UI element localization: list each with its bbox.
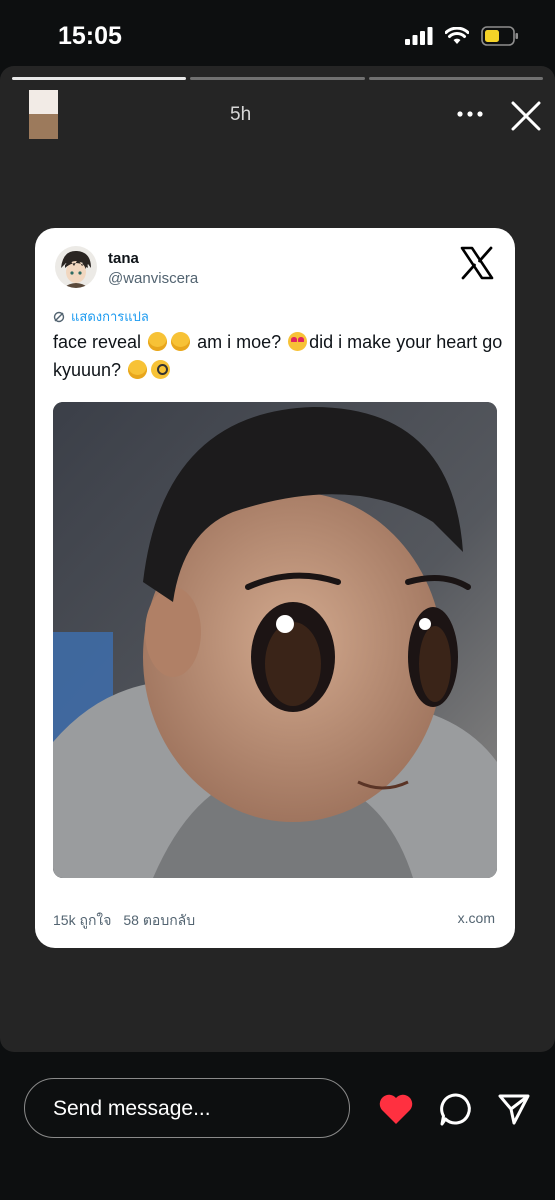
reply-count[interactable]: 58 ตอบกลับ — [123, 912, 195, 928]
smiling-emoji-icon — [128, 360, 148, 379]
smiling-emoji-icon — [148, 332, 168, 351]
status-time: 15:05 — [58, 22, 122, 50]
tweet-card[interactable]: tana @wanviscera แสดงการแปล face reveal … — [35, 228, 515, 948]
status-icons — [405, 26, 519, 46]
heart-eyes-emoji-icon — [288, 332, 308, 351]
story-progress — [12, 77, 543, 80]
tweet-text: face reveal am i moe? did i make your he… — [53, 332, 503, 380]
tweet-engagement: 15k ถูกใจ 58 ตอบกลับ — [53, 910, 203, 932]
story-avatar[interactable] — [29, 90, 58, 139]
battery-icon — [481, 26, 518, 46]
progress-segment — [190, 77, 365, 80]
source-domain[interactable]: x.com — [458, 910, 495, 926]
close-icon[interactable] — [508, 98, 544, 134]
wifi-icon — [445, 27, 469, 44]
tweet-handle[interactable]: @wanviscera — [108, 270, 198, 287]
send-icon[interactable] — [496, 1091, 532, 1127]
translate-icon — [53, 311, 65, 322]
tweet-profile-picture[interactable] — [55, 246, 97, 288]
send-message-input[interactable]: Send message... — [24, 1078, 350, 1138]
heart-icon[interactable] — [378, 1092, 414, 1126]
progress-segment — [12, 77, 187, 80]
like-count[interactable]: 15k ถูกใจ — [53, 912, 111, 928]
translate-link[interactable]: แสดงการแปล — [53, 306, 149, 327]
smile-emoji-icon — [171, 332, 191, 351]
translate-label[interactable]: แสดงการแปล — [71, 306, 149, 327]
message-placeholder: Send message... — [53, 1097, 211, 1120]
tweet-display-name[interactable]: tana — [108, 250, 139, 267]
story-viewer[interactable]: 5h tana @wanviscera แสดงการแปล face reve… — [0, 66, 555, 1052]
signal-icon — [405, 27, 433, 45]
story-elapsed-time: 5h — [230, 104, 252, 125]
more-icon[interactable] — [456, 102, 484, 126]
reply-icon[interactable] — [438, 1091, 474, 1127]
tweet-media-image[interactable] — [53, 402, 497, 878]
monocle-emoji-icon — [151, 360, 171, 379]
status-bar: 15:05 — [0, 0, 555, 70]
progress-segment — [368, 77, 543, 80]
x-logo-icon — [460, 246, 494, 280]
